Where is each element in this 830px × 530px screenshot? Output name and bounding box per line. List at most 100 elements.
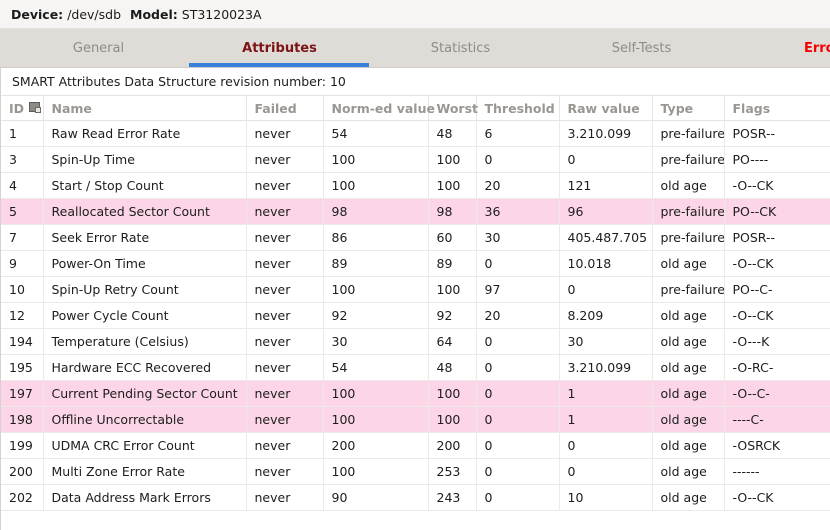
cell-threshold: 0 <box>476 146 560 173</box>
table-row[interactable]: 198 Offline Uncorrectable never 100 100 0 1 old… <box>1 406 830 433</box>
table-row[interactable]: 199 UDMA CRC Error Count never 200 200 0 0 old … <box>1 432 830 459</box>
cell-normed: 92 <box>323 302 429 329</box>
cell-failed: never <box>246 276 324 303</box>
tab-statistics[interactable]: Statistics <box>370 29 551 67</box>
cell-type: old age <box>652 458 725 485</box>
column-sort-icon[interactable] <box>29 102 42 114</box>
column-header-failed[interactable]: Failed <box>246 95 324 121</box>
cell-worst: 200 <box>428 432 477 459</box>
smart-attributes-window: Device: /dev/sdb Model: ST3120023A Gener… <box>0 0 830 530</box>
cell-threshold: 0 <box>476 406 560 433</box>
cell-name: Raw Read Error Rate <box>43 120 247 147</box>
device-value: /dev/sdb <box>67 6 122 22</box>
column-header-failed-label: Failed <box>254 100 297 116</box>
tab-general[interactable]: General <box>8 29 189 67</box>
cell-name: UDMA CRC Error Count <box>43 432 247 459</box>
cell-type: pre-failure <box>652 146 725 173</box>
table-row[interactable]: 5 Reallocated Sector Count never 98 98 36 96 pr… <box>1 198 830 225</box>
column-header-id[interactable]: ID <box>1 95 44 121</box>
table-row[interactable]: 12 Power Cycle Count never 92 92 20 8.209 old a… <box>1 302 830 329</box>
tab-error[interactable]: Error <box>732 29 830 67</box>
column-header-threshold[interactable]: Threshold <box>476 95 560 121</box>
column-header-type-label: Type <box>660 100 694 116</box>
table-row[interactable]: 7 Seek Error Rate never 86 60 30 405.487.705 pr… <box>1 224 830 251</box>
column-header-raw[interactable]: Raw value <box>559 95 653 121</box>
column-header-id-label: ID <box>9 100 25 116</box>
table-row[interactable]: 194 Temperature (Celsius) never 30 64 0 30 old … <box>1 328 830 355</box>
column-header-flags[interactable]: Flags <box>724 95 830 121</box>
cell-type: old age <box>652 484 725 511</box>
cell-flags: PO---- <box>724 146 830 173</box>
cell-type: pre-failure <box>652 198 725 225</box>
cell-name: Power Cycle Count <box>43 302 247 329</box>
cell-threshold: 0 <box>476 458 560 485</box>
cell-type: old age <box>652 328 725 355</box>
cell-id: 10 <box>1 276 44 303</box>
table-row[interactable]: 195 Hardware ECC Recovered never 54 48 0 3.210… <box>1 354 830 381</box>
table-row[interactable]: 1 Raw Read Error Rate never 54 48 6 3.210.099 p… <box>1 120 830 147</box>
cell-worst: 100 <box>428 276 477 303</box>
cell-worst: 92 <box>428 302 477 329</box>
table-row[interactable]: 3 Spin-Up Time never 100 100 0 0 pre-failure PO-… <box>1 146 830 173</box>
attributes-panel: SMART Attributes Data Structure revision… <box>0 68 830 530</box>
attributes-table-scroll[interactable]: ID Name Failed Norm-ed value Worst Threshold R… <box>1 95 830 530</box>
cell-name: Power-On Time <box>43 250 247 277</box>
table-row[interactable]: 202 Data Address Mark Errors never 90 243 0 10… <box>1 484 830 511</box>
column-header-worst-label: Worst <box>436 100 479 116</box>
cell-flags: -O--CK <box>724 484 830 511</box>
cell-raw: 0 <box>559 146 653 173</box>
cell-worst: 100 <box>428 172 477 199</box>
table-row[interactable]: 197 Current Pending Sector Count never 100 1… <box>1 380 830 407</box>
cell-id: 200 <box>1 458 44 485</box>
cell-failed: never <box>246 224 324 251</box>
cell-worst: 89 <box>428 250 477 277</box>
cell-raw: 10.018 <box>559 250 653 277</box>
revision-number-line: SMART Attributes Data Structure revision… <box>1 68 830 95</box>
column-header-name-label: Name <box>51 100 92 116</box>
cell-id: 199 <box>1 432 44 459</box>
cell-failed: never <box>246 250 324 277</box>
cell-normed: 89 <box>323 250 429 277</box>
column-header-threshold-label: Threshold <box>484 100 555 116</box>
tab-self-tests-label: Self-Tests <box>611 40 672 56</box>
cell-name: Start / Stop Count <box>43 172 247 199</box>
cell-threshold: 0 <box>476 380 560 407</box>
table-row[interactable]: 4 Start / Stop Count never 100 100 20 121 old a… <box>1 172 830 199</box>
tab-general-label: General <box>72 40 125 56</box>
cell-flags: -O--CK <box>724 250 830 277</box>
cell-normed: 100 <box>323 276 429 303</box>
cell-threshold: 0 <box>476 250 560 277</box>
cell-flags: POSR-- <box>724 120 830 147</box>
column-header-flags-label: Flags <box>732 100 771 116</box>
column-header-worst-inner: Worst <box>436 100 479 116</box>
cell-failed: never <box>246 354 324 381</box>
tab-self-tests[interactable]: Self-Tests <box>551 29 732 67</box>
table-row[interactable]: 10 Spin-Up Retry Count never 100 100 97 0 pre-f… <box>1 276 830 303</box>
tab-attributes[interactable]: Attributes <box>189 29 370 67</box>
column-header-worst[interactable]: Worst <box>428 95 479 121</box>
attributes-table-body: 1 Raw Read Error Rate never 54 48 6 3.210.099 p… <box>1 120 830 511</box>
column-header-normed[interactable]: Norm-ed value <box>323 95 435 121</box>
cell-failed: never <box>246 146 324 173</box>
cell-worst: 48 <box>428 354 477 381</box>
cell-normed: 100 <box>323 458 429 485</box>
column-header-type[interactable]: Type <box>652 95 725 121</box>
cell-failed: never <box>246 198 324 225</box>
cell-type: old age <box>652 250 725 277</box>
cell-type: pre-failure <box>652 276 725 303</box>
cell-id: 194 <box>1 328 44 355</box>
table-header-row: ID Name Failed Norm-ed value Worst Threshold R… <box>1 95 830 121</box>
table-row[interactable]: 200 Multi Zone Error Rate never 100 253 0 0 old… <box>1 458 830 485</box>
cell-name: Current Pending Sector Count <box>43 380 247 407</box>
cell-flags: -O--CK <box>724 172 830 199</box>
cell-name: Spin-Up Time <box>43 146 247 173</box>
table-row[interactable]: 9 Power-On Time never 89 89 0 10.018 old age -O-… <box>1 250 830 277</box>
cell-flags: ----C- <box>724 406 830 433</box>
cell-id: 1 <box>1 120 44 147</box>
cell-type: old age <box>652 302 725 329</box>
column-header-threshold-inner: Threshold <box>485 101 559 116</box>
cell-raw: 0 <box>559 432 653 459</box>
column-header-name[interactable]: Name <box>43 95 247 121</box>
column-header-raw-inner: Raw value <box>568 101 652 116</box>
cell-id: 195 <box>1 354 44 381</box>
